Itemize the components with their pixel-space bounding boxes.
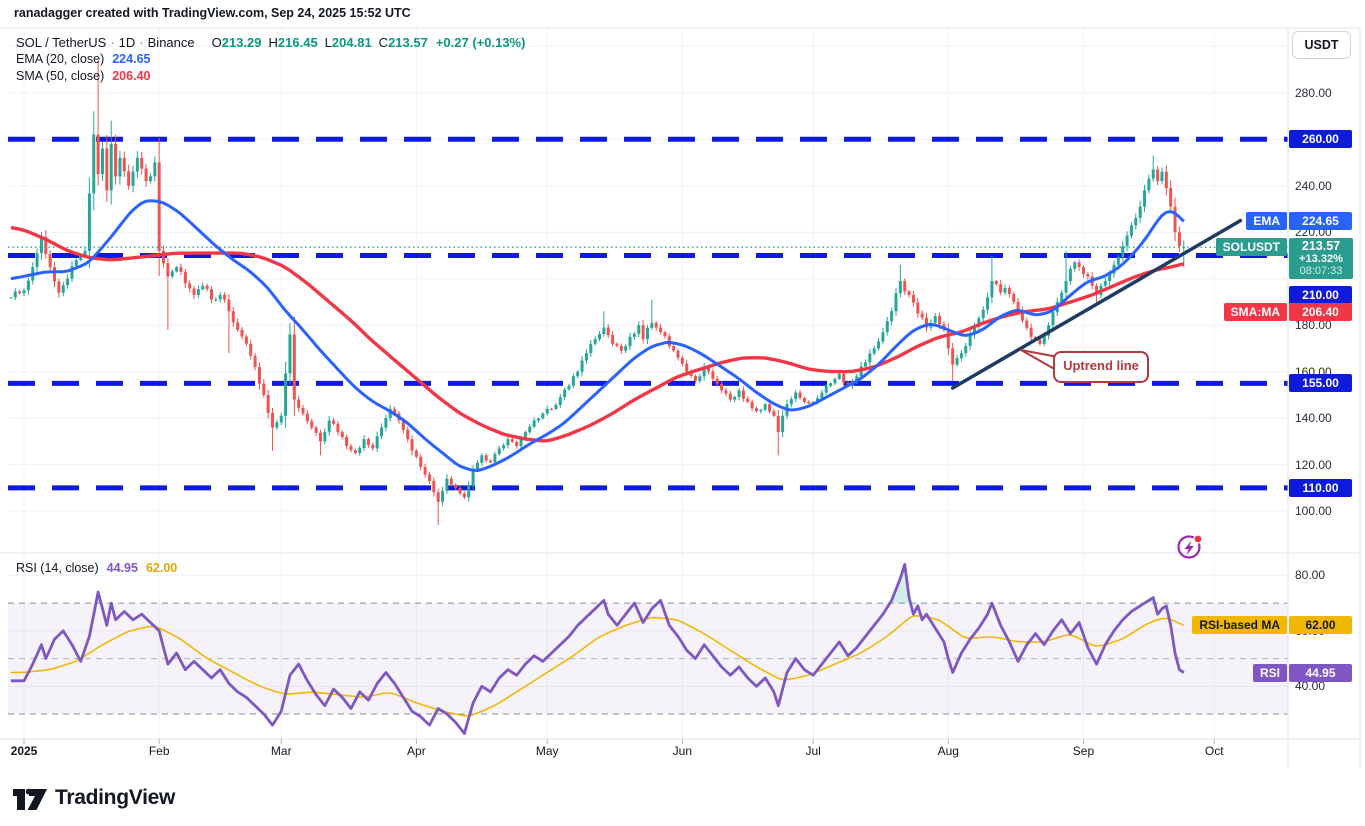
flash-alert-icon[interactable]: [1174, 531, 1206, 563]
ema-name: EMA (20, close): [16, 52, 104, 66]
time-axis-label[interactable]: Jun: [673, 744, 692, 758]
ema-price-label: 224.65: [1289, 212, 1352, 230]
uptrend-callout[interactable]: Uptrend line: [1053, 351, 1149, 383]
rsi-value-label: 44.95: [1289, 664, 1352, 682]
symbol-legend-row[interactable]: SOL / TetherUS·1D·BinanceO213.29H216.45L…: [16, 35, 525, 50]
open-label: O: [212, 35, 222, 50]
ema-tag: EMA: [1246, 212, 1287, 230]
lightning-bolt-icon: [1185, 541, 1194, 556]
ema-legend-row[interactable]: EMA (20, close) 224.65: [16, 52, 150, 66]
exchange: Binance: [148, 35, 195, 50]
watermark: ranadagger created with TradingView.com,…: [14, 6, 411, 20]
rsi-ma-value: 62.00: [146, 561, 177, 575]
bar-countdown: 08:07:33: [1289, 266, 1353, 277]
change-percent: +13.32%: [1289, 254, 1353, 265]
sma-price-label: 206.40: [1289, 303, 1352, 321]
chart-window: ranadagger created with TradingView.com,…: [0, 0, 1365, 826]
rsi-legend-row[interactable]: RSI (14, close) 44.95 62.00: [16, 561, 177, 575]
rsi-ma-value-label: 62.00: [1289, 616, 1352, 634]
close-value: 213.57: [388, 35, 428, 50]
sma-legend-row[interactable]: SMA (50, close) 206.40: [16, 69, 150, 83]
price-tick-label: 120.00: [1295, 457, 1332, 473]
last-price: 213.57: [1289, 240, 1353, 253]
time-axis-label[interactable]: Sep: [1073, 744, 1094, 758]
time-axis-label[interactable]: Aug: [938, 744, 959, 758]
last-price-label: 213.57+13.32%08:07:33: [1289, 238, 1353, 279]
low-value: 204.81: [332, 35, 372, 50]
symbol-name: SOL / TetherUS: [16, 35, 106, 50]
time-axis-label[interactable]: 2025: [11, 744, 38, 758]
rsi-tag: RSI: [1253, 664, 1287, 682]
sma-value: 206.40: [112, 69, 150, 83]
separator: ·: [135, 35, 147, 50]
symbol-tag: SOLUSDT: [1216, 238, 1287, 256]
time-axis-label[interactable]: Feb: [149, 744, 170, 758]
rsi-ma-tag: RSI-based MA: [1192, 616, 1287, 634]
ohlc-values: O213.29 H216.45 L204.81 C213.57 +0.27 (+0.13…: [205, 35, 526, 50]
rsi-name: RSI (14, close): [16, 561, 99, 575]
alert-dot: [1195, 536, 1202, 543]
price-tick-label: 100.00: [1295, 503, 1332, 519]
price-level-label[interactable]: 260.00: [1289, 130, 1352, 148]
high-value: 216.45: [278, 35, 318, 50]
high-label: H: [269, 35, 278, 50]
tradingview-logo[interactable]: TradingView: [13, 784, 175, 811]
price-level-label[interactable]: 110.00: [1289, 479, 1352, 497]
time-axis-label[interactable]: Apr: [407, 744, 426, 758]
tradingview-wordmark: TradingView: [55, 786, 175, 810]
sma-name: SMA (50, close): [16, 69, 104, 83]
ema-value: 224.65: [112, 52, 150, 66]
price-level-label[interactable]: 155.00: [1289, 374, 1352, 392]
price-tick-label: 140.00: [1295, 410, 1332, 426]
rsi-value: 44.95: [107, 561, 138, 575]
open-value: 213.29: [222, 35, 262, 50]
tradingview-mark-icon: [13, 784, 47, 811]
time-axis-label[interactable]: Mar: [271, 744, 292, 758]
sma-tag: SMA:MA: [1224, 303, 1287, 321]
time-axis-label[interactable]: Jul: [805, 744, 820, 758]
chart-canvas[interactable]: [0, 0, 1365, 826]
price-level-label[interactable]: 210.00: [1289, 286, 1352, 304]
interval: 1D: [119, 35, 136, 50]
time-axis-label[interactable]: May: [536, 744, 559, 758]
rsi-tick-label: 80.00: [1295, 567, 1325, 583]
change-value: +0.27 (+0.13%): [436, 35, 526, 50]
currency-button[interactable]: USDT: [1292, 31, 1351, 59]
price-tick-label: 240.00: [1295, 178, 1332, 194]
low-label: L: [325, 35, 332, 50]
close-label: C: [379, 35, 388, 50]
separator: ·: [106, 35, 118, 50]
time-axis-label[interactable]: Oct: [1205, 744, 1224, 758]
price-tick-label: 280.00: [1295, 85, 1332, 101]
